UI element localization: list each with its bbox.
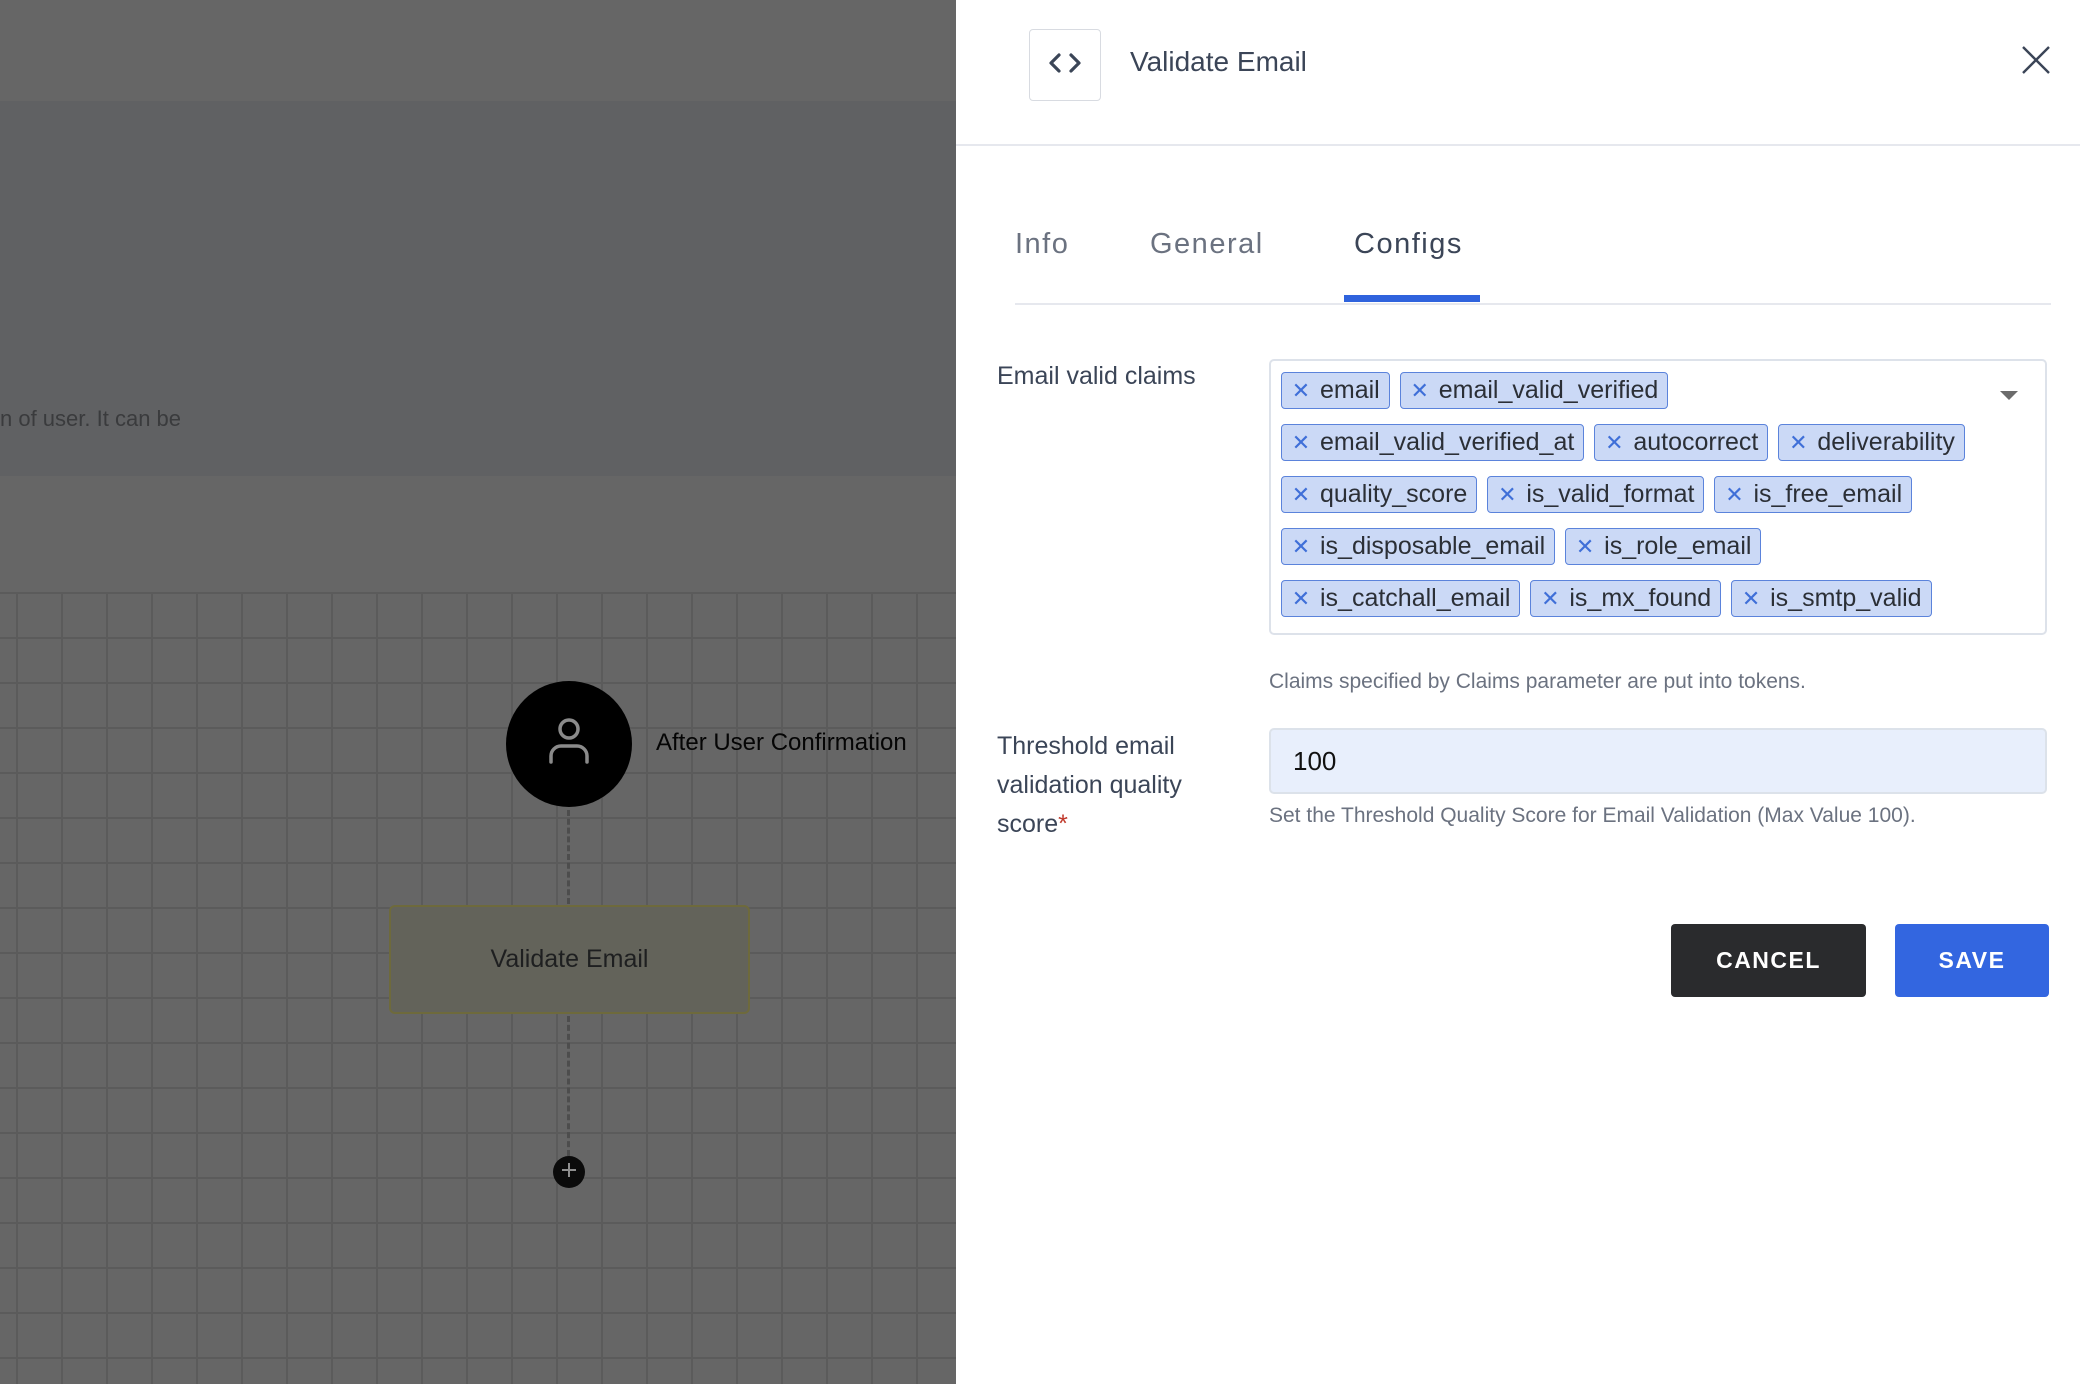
remove-chip-icon[interactable]: ✕ — [1290, 534, 1312, 560]
remove-chip-icon[interactable]: ✕ — [1574, 534, 1596, 560]
trigger-node-label: After User Confirmation — [656, 729, 907, 756]
code-icon — [1048, 52, 1082, 79]
flow-connector — [567, 1016, 570, 1156]
tab-info[interactable]: Info — [1015, 228, 1069, 261]
user-icon — [545, 716, 593, 773]
background-description-panel: n of user. It can be — [0, 101, 956, 477]
claims-multiselect[interactable]: ✕ email ✕ email_valid_verified ✕ email_valid_… — [1269, 359, 2047, 635]
claim-chip: ✕ email — [1281, 372, 1390, 409]
remove-chip-icon[interactable]: ✕ — [1539, 586, 1561, 612]
claims-chip-list: ✕ email ✕ email_valid_verified ✕ email_valid_… — [1281, 372, 1981, 617]
claim-chip: ✕ is_catchall_email — [1281, 580, 1521, 617]
threshold-label-text: Threshold email validation quality score — [997, 732, 1182, 838]
remove-chip-icon[interactable]: ✕ — [1409, 378, 1431, 404]
claim-chip: ✕ is_disposable_email — [1281, 528, 1556, 565]
claim-chip: ✕ deliverability — [1778, 424, 1965, 461]
close-button[interactable] — [2016, 42, 2056, 82]
background-description-text: n of user. It can be — [0, 406, 182, 431]
remove-chip-icon[interactable]: ✕ — [1290, 482, 1312, 508]
claim-chip-label: autocorrect — [1633, 428, 1759, 456]
claim-chip: ✕ is_role_email — [1565, 528, 1762, 565]
claim-chip-label: deliverability — [1817, 428, 1955, 456]
claims-helper-text: Claims specified by Claims parameter are… — [1269, 670, 1806, 693]
node-type-badge — [1029, 29, 1101, 101]
required-mark: * — [1058, 810, 1068, 838]
claim-chip: ✕ is_mx_found — [1530, 580, 1722, 617]
trigger-node[interactable] — [506, 681, 632, 807]
remove-chip-icon[interactable]: ✕ — [1787, 430, 1809, 456]
claim-chip: ✕ is_smtp_valid — [1731, 580, 1932, 617]
remove-chip-icon[interactable]: ✕ — [1723, 482, 1745, 508]
claim-chip-label: is_valid_format — [1526, 480, 1695, 508]
remove-chip-icon[interactable]: ✕ — [1740, 586, 1762, 612]
close-icon — [2022, 45, 2050, 79]
remove-chip-icon[interactable]: ✕ — [1603, 430, 1625, 456]
add-step-button[interactable] — [553, 1156, 585, 1188]
plus-icon — [560, 1161, 578, 1184]
threshold-helper-text: Set the Threshold Quality Score for Emai… — [1269, 804, 1916, 827]
claim-chip-label: email_valid_verified — [1438, 376, 1659, 404]
background-header — [0, 0, 956, 101]
remove-chip-icon[interactable]: ✕ — [1290, 378, 1312, 404]
drawer-header: Validate Email — [956, 0, 2080, 146]
tab-general[interactable]: General — [1150, 228, 1264, 261]
cancel-button[interactable]: CANCEL — [1671, 924, 1866, 997]
save-button[interactable]: SAVE — [1895, 924, 2049, 997]
claim-chip: ✕ email_valid_verified_at — [1281, 424, 1585, 461]
remove-chip-icon[interactable]: ✕ — [1290, 430, 1312, 456]
claim-chip-label: is_free_email — [1753, 480, 1903, 508]
claim-chip: ✕ email_valid_verified — [1399, 372, 1669, 409]
threshold-label: Threshold email validation quality score… — [997, 727, 1217, 844]
tab-bar: Info General Configs — [1015, 200, 2051, 305]
action-node-validate-email[interactable]: Validate Email — [389, 905, 750, 1014]
drawer-title: Validate Email — [1130, 46, 1307, 77]
claim-chip: ✕ autocorrect — [1594, 424, 1769, 461]
chevron-down-icon[interactable] — [2000, 391, 2018, 400]
claims-label: Email valid claims — [997, 362, 1196, 390]
claim-chip-label: is_smtp_valid — [1770, 584, 1922, 612]
claim-chip: ✕ is_free_email — [1714, 476, 1913, 513]
claim-chip-label: email_valid_verified_at — [1320, 428, 1575, 456]
claim-chip-label: is_disposable_email — [1320, 532, 1546, 560]
claim-chip-label: is_catchall_email — [1320, 584, 1511, 612]
claim-chip-label: is_role_email — [1604, 532, 1752, 560]
remove-chip-icon[interactable]: ✕ — [1290, 586, 1312, 612]
claim-chip-label: is_mx_found — [1569, 584, 1712, 612]
flow-connector — [567, 810, 570, 904]
background-app: n of user. It can be After User Confirma… — [0, 0, 956, 1384]
config-drawer: Validate Email Info General Configs Emai… — [956, 0, 2080, 1384]
action-node-label: Validate Email — [490, 945, 649, 973]
claim-chip: ✕ quality_score — [1281, 476, 1478, 513]
tab-configs[interactable]: Configs — [1354, 228, 1463, 261]
claim-chip-label: quality_score — [1320, 480, 1468, 508]
claim-chip-label: email — [1320, 376, 1380, 404]
claim-chip: ✕ is_valid_format — [1487, 476, 1705, 513]
active-tab-indicator — [1344, 295, 1480, 302]
threshold-input[interactable] — [1269, 728, 2047, 794]
remove-chip-icon[interactable]: ✕ — [1496, 482, 1518, 508]
